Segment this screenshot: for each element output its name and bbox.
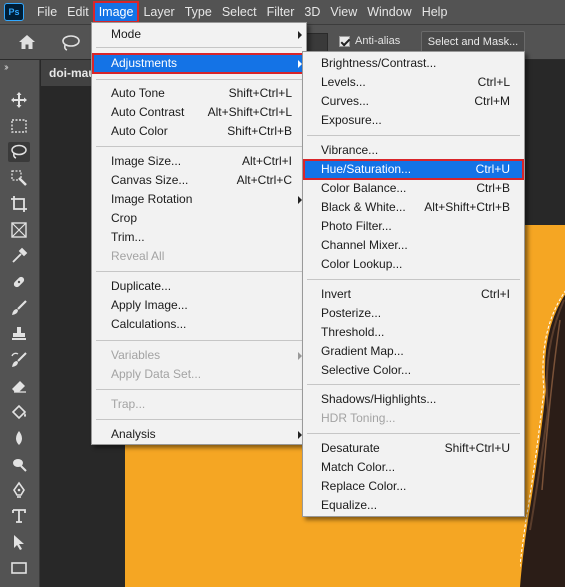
antialias-option[interactable]: Anti-alias: [339, 35, 400, 47]
pen-tool-icon[interactable]: [8, 480, 30, 500]
menu-type[interactable]: Type: [180, 2, 217, 22]
type-tool-icon[interactable]: [8, 506, 30, 526]
menu-help[interactable]: Help: [417, 2, 453, 22]
menu-separator: [96, 419, 302, 420]
menu-separator: [96, 389, 302, 390]
path-selection-tool-icon[interactable]: [8, 532, 30, 552]
tools-panel: ››: [0, 60, 40, 587]
image-menu-image-rotation[interactable]: Image Rotation: [92, 190, 306, 209]
blur-tool-icon[interactable]: [8, 428, 30, 448]
eraser-tool-icon[interactable]: [8, 376, 30, 396]
menubar: Ps File Edit Image Layer Type Select Fil…: [0, 0, 565, 24]
image-menu-auto-color[interactable]: Auto Color Shift+Ctrl+B: [92, 122, 306, 141]
adj-channel-mixer[interactable]: Channel Mixer...: [303, 236, 524, 255]
adjustments-submenu: Brightness/Contrast... Levels... Ctrl+L C…: [302, 51, 525, 517]
image-menu-auto-contrast[interactable]: Auto Contrast Alt+Shift+Ctrl+L: [92, 103, 306, 122]
image-menu-trap: Trap...: [111, 397, 146, 411]
feather-field[interactable]: [306, 33, 328, 53]
menu-separator: [307, 433, 520, 434]
menu-window[interactable]: Window: [362, 2, 416, 22]
image-menu-apply-image[interactable]: Apply Image...: [92, 296, 306, 315]
menu-3d[interactable]: 3D: [299, 2, 325, 22]
menu-image[interactable]: Image: [92, 1, 140, 23]
adj-replace-color[interactable]: Replace Color...: [303, 477, 524, 496]
adj-hdr-toning: HDR Toning...: [321, 411, 396, 425]
crop-tool-icon[interactable]: [8, 194, 30, 214]
menu-select[interactable]: Select: [217, 2, 262, 22]
adj-posterize[interactable]: Posterize...: [303, 304, 524, 323]
adj-color-lookup[interactable]: Color Lookup...: [303, 255, 524, 274]
image-menu-trim[interactable]: Trim...: [92, 228, 306, 247]
image-menu-apply-data-set: Apply Data Set...: [111, 367, 202, 381]
image-menu-mode[interactable]: Mode: [92, 25, 306, 44]
photo-subject-hair: [520, 290, 565, 587]
lasso-tool-icon[interactable]: [8, 142, 30, 162]
antialias-checkbox[interactable]: [339, 35, 350, 47]
frame-tool-icon[interactable]: [8, 220, 30, 240]
quick-selection-tool-icon[interactable]: [8, 168, 30, 188]
healing-brush-tool-icon[interactable]: [8, 272, 30, 292]
image-menu-calculations[interactable]: Calculations...: [92, 315, 306, 334]
home-icon[interactable]: [18, 34, 36, 50]
menu-separator: [307, 384, 520, 385]
menu-separator: [307, 279, 520, 280]
menu-separator: [96, 271, 302, 272]
adj-black-white[interactable]: Black & White... Alt+Shift+Ctrl+B: [303, 198, 524, 217]
rectangle-tool-icon[interactable]: [8, 558, 30, 578]
image-menu-auto-tone[interactable]: Auto Tone Shift+Ctrl+L: [92, 84, 306, 103]
menu-file[interactable]: File: [32, 2, 62, 22]
marquee-tool-icon[interactable]: [8, 116, 30, 136]
adj-photo-filter[interactable]: Photo Filter...: [303, 217, 524, 236]
adj-gradient-map[interactable]: Gradient Map...: [303, 342, 524, 361]
adj-invert[interactable]: Invert Ctrl+I: [303, 285, 524, 304]
adj-curves[interactable]: Curves... Ctrl+M: [303, 92, 524, 111]
menu-layer[interactable]: Layer: [138, 2, 179, 22]
move-tool-icon[interactable]: [8, 90, 30, 110]
menu-separator: [96, 47, 302, 48]
adj-shadows-highlights[interactable]: Shadows/Highlights...: [303, 390, 524, 409]
image-menu-adjustments[interactable]: Adjustments: [92, 53, 306, 74]
paint-bucket-tool-icon[interactable]: [8, 402, 30, 422]
adj-vibrance[interactable]: Vibrance...: [303, 141, 524, 160]
menu-filter[interactable]: Filter: [262, 2, 300, 22]
menu-separator: [96, 79, 302, 80]
menu-view[interactable]: View: [325, 2, 362, 22]
adj-equalize[interactable]: Equalize...: [303, 496, 524, 515]
clone-stamp-tool-icon[interactable]: [8, 324, 30, 344]
adj-exposure[interactable]: Exposure...: [303, 111, 524, 130]
image-menu-crop[interactable]: Crop: [92, 209, 306, 228]
image-menu-analysis[interactable]: Analysis: [92, 425, 306, 444]
lasso-options-icon[interactable]: [60, 34, 82, 52]
menu-edit[interactable]: Edit: [62, 2, 94, 22]
brush-tool-icon[interactable]: [8, 298, 30, 318]
adj-color-balance[interactable]: Color Balance... Ctrl+B: [303, 179, 524, 198]
image-menu-reveal-all: Reveal All: [111, 249, 165, 263]
menu-separator: [96, 146, 302, 147]
adj-hue-saturation[interactable]: Hue/Saturation... Ctrl+U: [303, 159, 524, 180]
antialias-label: Anti-alias: [355, 35, 401, 47]
collapse-panel-icon[interactable]: ››: [4, 62, 8, 73]
submenu-arrow-icon: [298, 31, 302, 39]
menu-separator: [307, 135, 520, 136]
eyedropper-tool-icon[interactable]: [8, 246, 30, 266]
adj-brightness-contrast[interactable]: Brightness/Contrast...: [303, 54, 524, 73]
history-brush-tool-icon[interactable]: [8, 350, 30, 370]
adj-levels[interactable]: Levels... Ctrl+L: [303, 73, 524, 92]
adj-selective-color[interactable]: Selective Color...: [303, 361, 524, 380]
select-and-mask-button[interactable]: Select and Mask...: [421, 31, 525, 53]
image-menu-duplicate[interactable]: Duplicate...: [92, 277, 306, 296]
adj-desaturate[interactable]: Desaturate Shift+Ctrl+U: [303, 439, 524, 458]
image-menu-variables: Variables: [92, 346, 306, 365]
image-menu-canvas-size[interactable]: Canvas Size... Alt+Ctrl+C: [92, 171, 306, 190]
dodge-tool-icon[interactable]: [8, 454, 30, 474]
menu-separator: [96, 340, 302, 341]
adj-match-color[interactable]: Match Color...: [303, 458, 524, 477]
photoshop-logo: Ps: [4, 3, 24, 21]
image-menu-image-size[interactable]: Image Size... Alt+Ctrl+I: [92, 152, 306, 171]
image-menu-dropdown: Mode Adjustments Auto Tone Shift+Ctrl+L A…: [91, 22, 307, 445]
adj-threshold[interactable]: Threshold...: [303, 323, 524, 342]
